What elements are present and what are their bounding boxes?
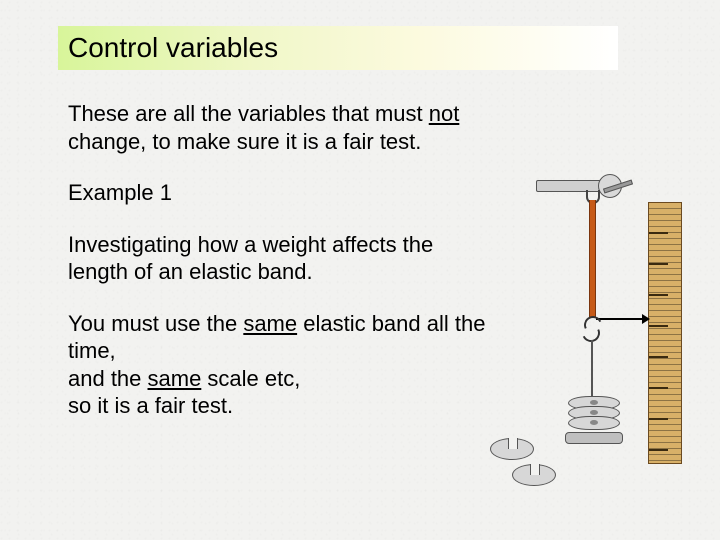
text: so it is a fair test. xyxy=(68,393,233,418)
paragraph-example-desc: Investigating how a weight affects the l… xyxy=(68,231,498,286)
ruler-icon xyxy=(648,202,682,464)
title-bar: Control variables xyxy=(58,26,618,70)
text: You must use the xyxy=(68,311,243,336)
paragraph-example-label: Example 1 xyxy=(68,179,498,207)
s-hook-icon xyxy=(584,316,600,342)
title-text: Control variables xyxy=(68,32,278,64)
clamp-icon xyxy=(536,170,622,200)
elastic-band-icon xyxy=(589,200,596,318)
text-underline-not: not xyxy=(429,101,460,126)
hanger-rod-icon xyxy=(591,340,593,402)
loose-weights-icon xyxy=(490,438,556,492)
paragraph-definition: These are all the variables that must no… xyxy=(68,100,498,155)
pointer-arrow-icon xyxy=(596,318,648,320)
text: and the xyxy=(68,366,148,391)
paragraph-instructions: You must use the same elastic band all t… xyxy=(68,310,498,420)
apparatus-figure xyxy=(482,170,682,490)
hanging-weights-icon xyxy=(568,400,618,444)
text-underline-same-1: same xyxy=(243,311,297,336)
text: change, to make sure it is a fair test. xyxy=(68,129,421,154)
text: These are all the variables that must xyxy=(68,101,429,126)
text-underline-same-2: same xyxy=(148,366,202,391)
body-text: These are all the variables that must no… xyxy=(68,100,498,444)
slide: Control variables These are all the vari… xyxy=(0,0,720,540)
text: scale etc, xyxy=(201,366,300,391)
